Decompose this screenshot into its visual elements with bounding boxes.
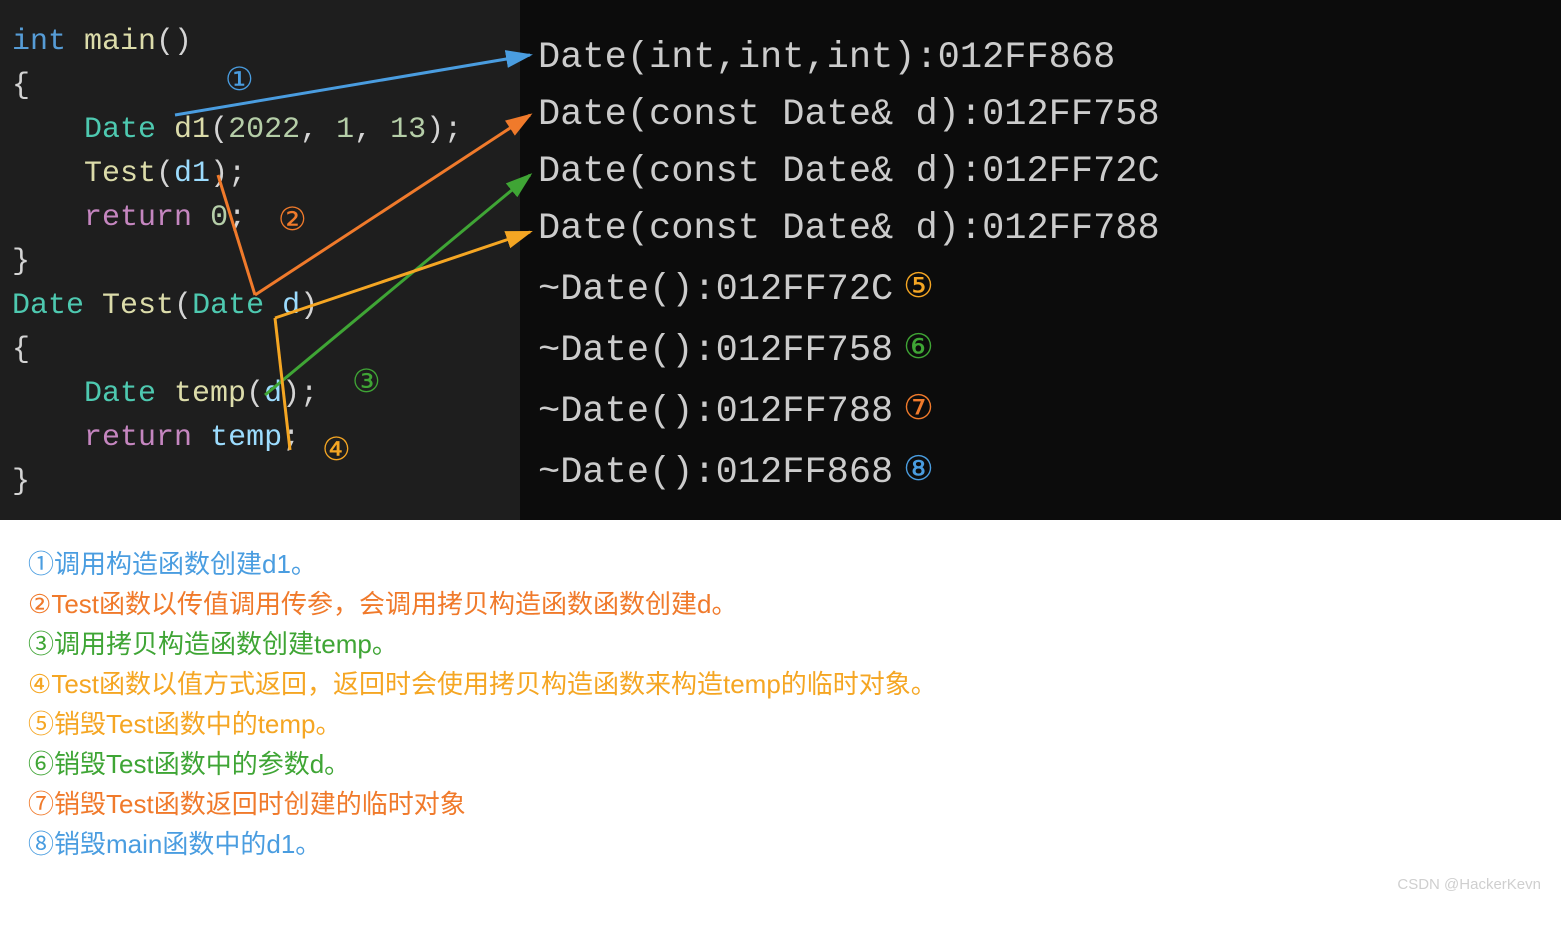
legend-line-2: ②Test函数以传值调用传参，会调用拷贝构造函数函数创建d。: [28, 584, 1533, 624]
legend-line-4: ④Test函数以值方式返回，返回时会使用拷贝构造函数来构造temp的临时对象。: [28, 664, 1533, 704]
legend-line-1: ①调用构造函数创建d1。: [28, 544, 1533, 584]
code-line-10: return temp;: [12, 416, 508, 460]
annotation-3-icon: ③: [352, 362, 381, 400]
annotation-2-icon: ②: [278, 200, 307, 238]
legend-line-7: ⑦销毁Test函数返回时创建的临时对象: [28, 784, 1533, 824]
output-line-8: ~Date():012FF868⑧: [538, 441, 1543, 502]
code-line-9: Date temp(d);: [12, 372, 508, 416]
code-line-2: {: [12, 64, 508, 108]
annotation-6-icon: ⑥: [903, 319, 933, 376]
legend-line-6: ⑥销毁Test函数中的参数d。: [28, 744, 1533, 784]
legend-line-5: ⑤销毁Test函数中的temp。: [28, 704, 1533, 744]
code-line-7: Date Test(Date d): [12, 284, 508, 328]
legend: ①调用构造函数创建d1。 ②Test函数以传值调用传参，会调用拷贝构造函数函数创…: [0, 520, 1561, 894]
code-line-4: Test(d1);: [12, 152, 508, 196]
output-line-5: ~Date():012FF72C⑤: [538, 258, 1543, 319]
annotation-8-icon: ⑧: [903, 441, 933, 498]
source-code-pane: int main() { Date d1(2022, 1, 13); Test(…: [0, 0, 520, 520]
annotation-4-icon: ④: [322, 430, 351, 468]
legend-line-3: ③调用拷贝构造函数创建temp。: [28, 624, 1533, 664]
code-line-3: Date d1(2022, 1, 13);: [12, 108, 508, 152]
output-line-3: Date(const Date& d):012FF72C: [538, 144, 1543, 201]
output-line-2: Date(const Date& d):012FF758: [538, 87, 1543, 144]
code-line-6: }: [12, 240, 508, 284]
code-line-8: {: [12, 328, 508, 372]
diagram-container: int main() { Date d1(2022, 1, 13); Test(…: [0, 0, 1561, 520]
output-line-1: Date(int,int,int):012FF868: [538, 30, 1543, 87]
code-line-5: return 0;: [12, 196, 508, 240]
output-line-6: ~Date():012FF758⑥: [538, 319, 1543, 380]
annotation-7-icon: ⑦: [903, 380, 933, 437]
annotation-5-icon: ⑤: [903, 258, 933, 315]
watermark: CSDN @HackerKevn: [1397, 876, 1541, 893]
annotation-1-icon: ①: [225, 60, 254, 98]
output-line-7: ~Date():012FF788⑦: [538, 380, 1543, 441]
code-line-11: }: [12, 460, 508, 504]
legend-line-8: ⑧销毁main函数中的d1。: [28, 824, 1533, 864]
console-output-pane: Date(int,int,int):012FF868 Date(const Da…: [520, 0, 1561, 520]
code-line-1: int main(): [12, 20, 508, 64]
output-line-4: Date(const Date& d):012FF788: [538, 201, 1543, 258]
